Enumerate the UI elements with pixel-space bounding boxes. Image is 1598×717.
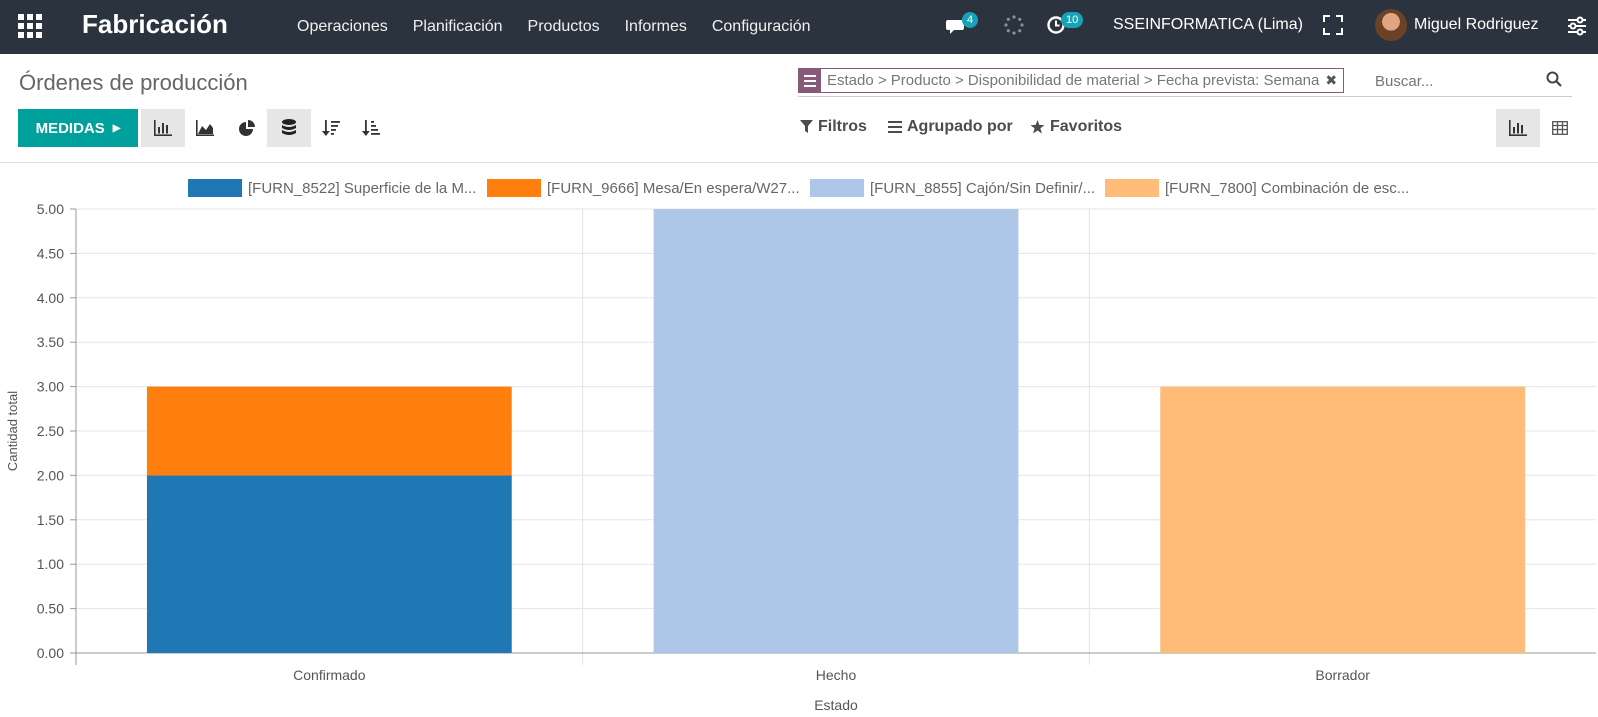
settings-sliders-icon[interactable] <box>1566 15 1588 37</box>
legend-label-2: [FURN_8855] Cajón/Sin Definir/... <box>870 179 1096 197</box>
filters-button[interactable]: Filtros <box>800 118 867 136</box>
pivot-view-button[interactable] <box>1538 109 1582 147</box>
favorites-label: Favoritos <box>1050 118 1123 135</box>
control-panel: Órdenes de producción Estado > Producto … <box>0 54 1598 163</box>
measures-label: MEDIDAS <box>35 119 105 137</box>
legend-swatch-3 <box>1105 179 1159 197</box>
chart-legend: [FURN_8522] Superficie de la M... [FURN_… <box>0 176 1598 200</box>
bar-confirmado-series-1[interactable] <box>146 386 512 476</box>
bars-icon <box>888 121 902 133</box>
fullscreen-icon[interactable] <box>1322 14 1344 36</box>
menu-item-configuracion[interactable]: Configuración <box>712 18 811 36</box>
bar-hecho-series-2[interactable] <box>653 209 1019 653</box>
pie-chart-button[interactable] <box>225 109 269 147</box>
facet-remove-icon[interactable]: ✖ <box>1325 72 1343 89</box>
apps-menu-icon[interactable] <box>18 14 42 38</box>
groupby-label: Agrupado por <box>907 118 1013 135</box>
y-tick-label: 3.00 <box>37 379 64 395</box>
bar-chart: 0.00 0.50 1.00 1.50 2.00 2.50 3.00 3.50 4.00 4.50… <box>5 201 1596 713</box>
user-menu[interactable]: Miguel Rodriguez <box>1414 16 1539 34</box>
filter-icon <box>800 120 813 133</box>
menu-item-operaciones[interactable]: Operaciones <box>297 18 388 36</box>
legend-item-1[interactable]: [FURN_9666] Mesa/En espera/W27... <box>487 176 800 200</box>
favorites-button[interactable]: Favoritos <box>1030 118 1122 136</box>
top-navbar: Fabricación Operaciones Planificación Pr… <box>0 0 1598 54</box>
sort-ascending-icon[interactable] <box>349 109 393 147</box>
y-tick-label: 1.50 <box>37 512 64 528</box>
stacked-button[interactable] <box>267 109 311 147</box>
groupby-facet-icon <box>799 69 821 92</box>
search-input[interactable] <box>1375 69 1545 93</box>
user-avatar[interactable] <box>1375 9 1407 41</box>
legend-swatch-0 <box>188 179 242 197</box>
x-tick-label: Hecho <box>816 667 857 683</box>
main-menu: Operaciones Planificación Productos Info… <box>297 0 836 54</box>
filters-label: Filtros <box>818 118 867 135</box>
groupby-facet-text: Estado > Producto > Disponibilidad de ma… <box>827 72 1320 89</box>
search-icon[interactable] <box>1546 71 1562 87</box>
x-axis-title: Estado <box>814 697 858 713</box>
y-tick-label: 1.00 <box>37 556 64 572</box>
search-bar: Estado > Producto > Disponibilidad de ma… <box>798 67 1572 97</box>
measures-button[interactable]: MEDIDAS ▶ <box>18 109 138 147</box>
graph-view-button[interactable] <box>1496 109 1540 147</box>
legend-swatch-2 <box>810 179 864 197</box>
bar-chart-button[interactable] <box>141 109 185 147</box>
company-switcher[interactable]: SSEINFORMATICA (Lima) <box>1113 16 1303 34</box>
app-title[interactable]: Fabricación <box>82 9 228 40</box>
groupby-facet: Estado > Producto > Disponibilidad de ma… <box>798 68 1345 93</box>
messages-count-badge: 4 <box>962 12 979 28</box>
y-tick-label: 3.50 <box>37 334 64 350</box>
legend-label-1: [FURN_9666] Mesa/En espera/W27... <box>547 179 800 197</box>
y-tick-label: 2.00 <box>37 467 64 483</box>
legend-item-3[interactable]: [FURN_7800] Combinación de esc... <box>1105 176 1409 200</box>
bar-borrador-series-3[interactable] <box>1160 386 1526 653</box>
y-tick-label: 4.00 <box>37 290 64 306</box>
menu-item-planificacion[interactable]: Planificación <box>413 18 503 36</box>
star-icon <box>1030 120 1045 134</box>
table-icon <box>1552 121 1568 135</box>
y-tick-label: 4.50 <box>37 245 64 261</box>
y-tick-label: 0.50 <box>37 601 64 617</box>
spinner-icon <box>1004 15 1024 35</box>
y-tick-label: 0.00 <box>37 645 64 661</box>
menu-item-productos[interactable]: Productos <box>528 18 600 36</box>
bar-confirmado-series-0[interactable] <box>146 475 512 653</box>
y-tick-label: 2.50 <box>37 423 64 439</box>
line-chart-button[interactable] <box>183 109 227 147</box>
legend-label-3: [FURN_7800] Combinación de esc... <box>1165 179 1410 197</box>
caret-right-icon: ▶ <box>112 122 121 134</box>
page-title: Órdenes de producción <box>19 70 248 95</box>
legend-item-2[interactable]: [FURN_8855] Cajón/Sin Definir/... <box>810 176 1095 200</box>
menu-item-informes[interactable]: Informes <box>625 18 687 36</box>
bar-chart-icon <box>1509 120 1527 136</box>
x-tick-label: Borrador <box>1315 667 1370 683</box>
groupby-button[interactable]: Agrupado por <box>888 118 1013 136</box>
activities-count-badge: 10 <box>1061 12 1084 28</box>
y-axis-title: Cantidad total <box>5 391 20 471</box>
x-tick-label: Confirmado <box>293 667 366 683</box>
legend-item-0[interactable]: [FURN_8522] Superficie de la M... <box>188 176 476 200</box>
y-tick-label: 5.00 <box>37 201 64 217</box>
legend-swatch-1 <box>487 179 541 197</box>
sort-descending-icon[interactable] <box>309 109 353 147</box>
legend-label-0: [FURN_8522] Superficie de la M... <box>248 179 477 197</box>
